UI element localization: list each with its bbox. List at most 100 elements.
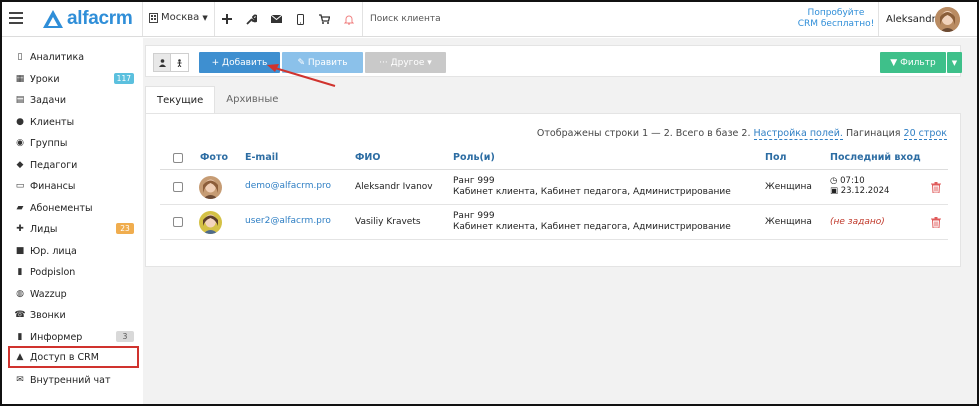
sidebar-item-label: Абонементы [30,202,93,214]
user-roles: Ранг 999 Кабинет клиента, Кабинет педаго… [453,176,731,198]
sidebar-item-7[interactable]: ▰ Абонементы [14,199,136,217]
sidebar-item-14[interactable]: ▲ Доступ в CRM [8,346,139,368]
plus-icon[interactable] [219,11,235,27]
sidebar-item-2[interactable]: ▤ Задачи [14,91,136,109]
bell-icon[interactable] [341,11,357,27]
logo-mark-icon [43,10,63,28]
sidebar-item-3[interactable]: ● Клиенты [14,113,136,131]
promo-line-2: CRM бесплатно! [797,19,875,29]
user-avatar[interactable] [935,7,960,32]
sidebar-item-label: Педагоги [30,159,78,171]
select-all-checkbox[interactable] [173,153,183,163]
users-panel: Отображены строки 1 — 2. Всего в базе 2.… [145,113,961,267]
phone-icon: ☎ [14,310,26,320]
sidebar-item-10[interactable]: ▮ Podpislon [14,263,136,281]
last-login-empty: (не задано) [830,217,885,227]
branch-selector[interactable]: Москва ▼ [149,12,208,23]
envelope-icon: ✉ [16,375,24,385]
sidebar-item-label: Лиды [30,223,58,235]
user-gender: Женщина [765,182,812,192]
sidebar-item-12[interactable]: ☎ Звонки [14,306,136,324]
trash-icon[interactable] [931,182,941,193]
divider [214,2,215,36]
user-photo [199,211,222,234]
envelope-icon[interactable] [268,11,284,27]
user-photo [199,176,222,199]
sidebar-item-9[interactable]: ■ Юр. лица [14,242,136,260]
logo[interactable]: alfacrm [42,8,133,30]
sidebar-item-4[interactable]: ◉ Группы [14,134,136,152]
divider [142,2,143,36]
user-gender: Женщина [765,217,812,227]
header-email[interactable]: E-mail [245,152,278,163]
header-photo[interactable]: Фото [200,152,228,163]
last-login: ◷ 07:10 ▣ 23.12.2024 [830,176,889,196]
header-last-login[interactable]: Последний вход [830,152,921,163]
building-icon [149,12,158,23]
sidebar-item-6[interactable]: ▭ Финансы [14,177,136,195]
divider [362,2,363,36]
group-icon: ◉ [16,138,24,148]
tab-current[interactable]: Текущие [145,86,216,113]
sidebar-item-label: Wazzup [30,288,67,300]
filter-button[interactable]: ▼ Фильтр [880,52,946,73]
sidebar-item-label: Информер [30,331,83,343]
row-checkbox[interactable] [173,217,183,227]
cart-icon[interactable] [316,11,332,27]
sidebar-item-5[interactable]: ◆ Педагоги [14,156,136,174]
filter-dropdown-button[interactable]: ▼ [947,52,962,73]
tabs: Текущие Архивные [145,86,289,113]
user-name[interactable]: Aleksandr [886,14,936,25]
pagination-size-link[interactable]: 20 строк [903,128,947,140]
user-email[interactable]: user2@alfacrm.pro [245,216,331,226]
tab-archive[interactable]: Архивные [215,86,289,113]
sidebar-item-label: Финансы [30,180,76,192]
sidebar: ▯ Аналитика ▦ Уроки 117 ▤ Задачи ● Клиенты ◉ Групп… [2,38,142,404]
header-roles[interactable]: Роль(и) [453,152,495,163]
sidebar-item-1[interactable]: ▦ Уроки 117 [14,70,136,88]
user-full-name[interactable]: Aleksandr Ivanov [355,182,433,192]
caret-down-icon: ▼ [202,13,208,22]
pagination-label: Пагинация [845,128,901,139]
login-date: 23.12.2024 [840,186,890,196]
sidebar-item-13[interactable]: ▮ Информер 3 [14,328,136,346]
wrench-icon[interactable] [243,11,259,27]
menu-icon[interactable] [9,12,23,24]
calendar-icon: ▦ [15,74,25,84]
sidebar-item-0[interactable]: ▯ Аналитика [14,48,136,66]
row-checkbox[interactable] [173,182,183,192]
divider [878,2,879,36]
table-row[interactable]: user2@alfacrm.pro Vasiliy Kravets Ранг 9… [160,205,948,240]
sidebar-item-11[interactable]: ◍ Wazzup [14,285,136,303]
user-role-list: Кабинет клиента, Кабинет педагога, Админ… [453,187,731,197]
client-search-input[interactable]: Поиск клиента [370,14,441,24]
sidebar-item-label: Podpislon [30,266,76,278]
whatsapp-icon: ◍ [16,289,24,299]
header-gender[interactable]: Пол [765,152,786,163]
count-badge: 23 [116,223,134,234]
sidebar-item-label: Юр. лица [30,245,77,257]
table-row[interactable]: demo@alfacrm.pro Aleksandr Ivanov Ранг 9… [160,170,948,205]
sidebar-item-8[interactable]: ✚ Лиды 23 [14,220,136,238]
header-name[interactable]: ФИО [355,152,380,163]
user-email[interactable]: demo@alfacrm.pro [245,181,331,191]
table-header: Фото E-mail ФИО Роль(и) Пол Последний вх… [160,146,948,170]
mobile-icon[interactable] [292,11,308,27]
trash-icon[interactable] [931,217,941,228]
sidebar-item-15[interactable]: ✉ Внутренний чат [14,371,136,389]
lock-icon: ▲ [16,352,24,362]
money-icon: ▭ [15,181,25,191]
free-trial-link[interactable]: Попробуйте CRM бесплатно! [796,8,876,30]
app-window: alfacrm Москва ▼ Поиск клиента Попробуйт… [0,0,979,406]
sidebar-item-label: Уроки [30,73,60,85]
user-full-name[interactable]: Vasiliy Kravets [355,217,421,227]
pagination-info: Отображены строки 1 — 2. Всего в базе 2.… [537,128,947,140]
sidebar-item-label: Звонки [30,309,66,321]
briefcase-icon: ■ [15,246,25,256]
clipboard-icon: ▤ [15,95,25,105]
login-time: 07:10 [840,176,865,186]
user-roles: Ранг 999 Кабинет клиента, Кабинет педаго… [453,211,731,233]
user-role-list: Кабинет клиента, Кабинет педагога, Админ… [453,222,731,232]
document-icon: ▮ [17,332,23,342]
field-settings-link[interactable]: Настройка полей. [753,128,843,140]
